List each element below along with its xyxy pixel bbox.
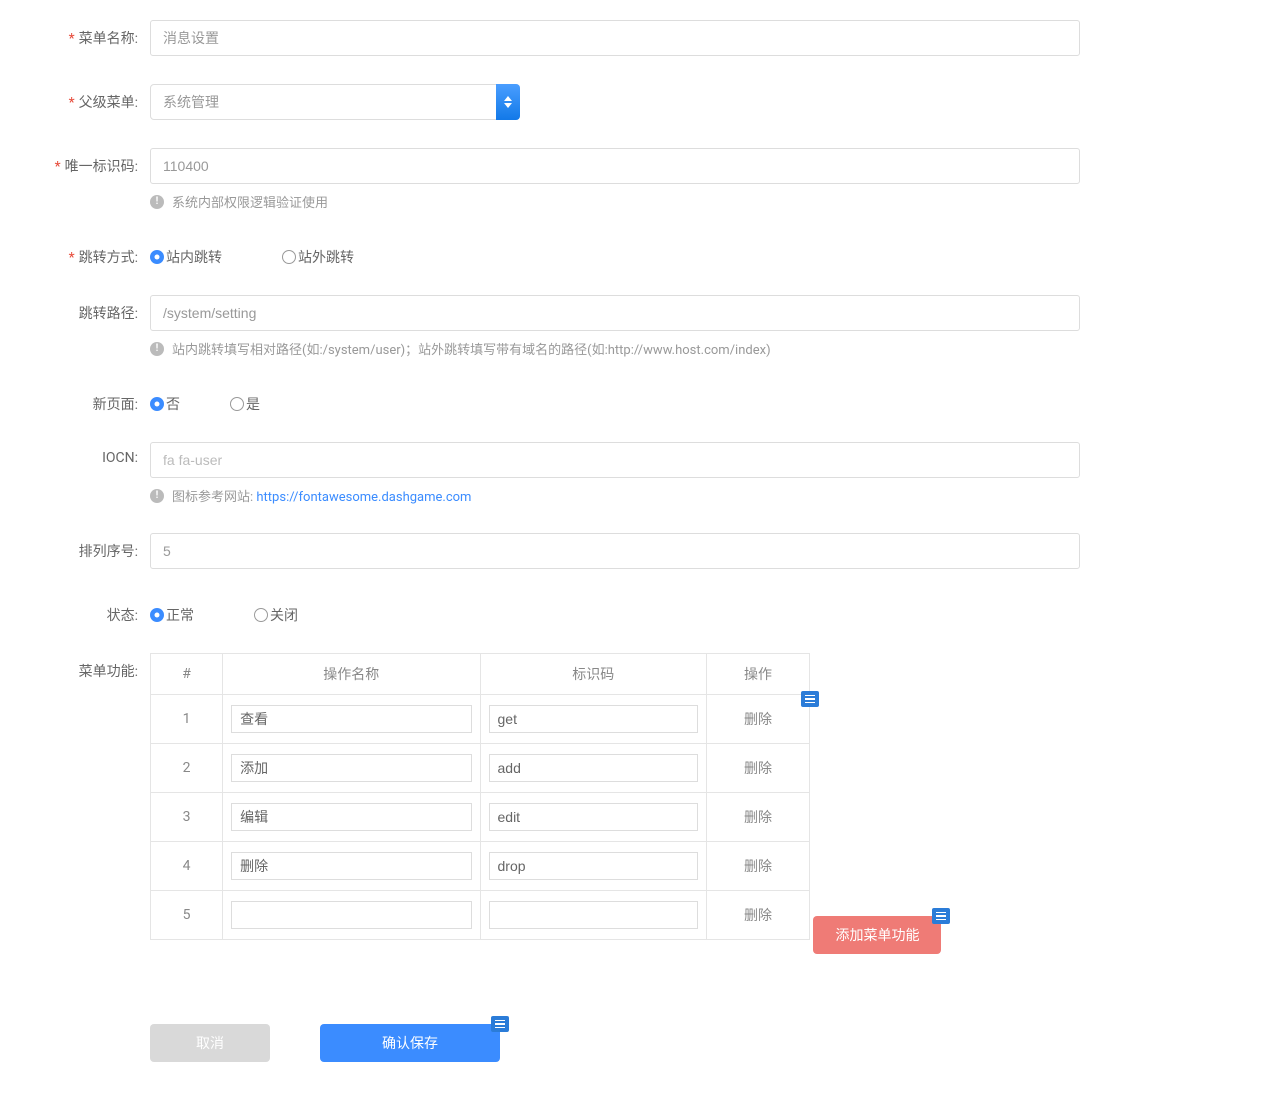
delete-row-link[interactable]: 删除 <box>744 810 772 826</box>
parent-menu-select[interactable]: 系统管理 <box>150 84 520 120</box>
menu-func-label: 菜单功能: <box>40 653 150 681</box>
action-name-input[interactable] <box>231 901 471 929</box>
sort-label: 排列序号: <box>40 533 150 561</box>
icon-label: IOCN: <box>40 442 150 466</box>
radio-icon <box>150 250 164 264</box>
radio-icon <box>150 397 164 411</box>
jump-path-hint: ! 站内跳转填写相对路径(如:/system/user)；站外跳转填写带有域名的… <box>150 339 1080 358</box>
new-page-yes-radio[interactable]: 是 <box>230 394 260 414</box>
jump-mode-internal-radio[interactable]: 站内跳转 <box>150 247 222 267</box>
jump-path-label: 跳转路径: <box>40 295 150 323</box>
table-row: 1 删除 <box>151 695 810 744</box>
row-index: 1 <box>151 695 223 744</box>
info-icon: ! <box>150 342 164 356</box>
icon-input[interactable] <box>150 442 1080 478</box>
select-arrow-icon[interactable] <box>496 84 520 120</box>
menu-name-label: *菜单名称: <box>40 20 150 48</box>
icon-reference-link[interactable]: https://fontawesome.dashgame.com <box>256 490 471 505</box>
table-row: 3 删除 <box>151 793 810 842</box>
add-menu-func-button[interactable]: 添加菜单功能 <box>813 916 941 954</box>
unique-code-label: *唯一标识码: <box>40 148 150 176</box>
jump-mode-label: *跳转方式: <box>40 239 150 267</box>
table-row: 2 删除 <box>151 744 810 793</box>
row-index: 4 <box>151 842 223 891</box>
radio-icon <box>230 397 244 411</box>
status-closed-radio[interactable]: 关闭 <box>254 605 298 625</box>
radio-icon <box>150 608 164 622</box>
jump-mode-external-radio[interactable]: 站外跳转 <box>282 247 354 267</box>
row-index: 2 <box>151 744 223 793</box>
menu-name-input[interactable] <box>150 20 1080 56</box>
th-name: 操作名称 <box>223 654 480 695</box>
parent-menu-label: *父级菜单: <box>40 84 150 112</box>
action-code-input[interactable] <box>489 754 699 782</box>
jump-path-input[interactable] <box>150 295 1080 331</box>
status-label: 状态: <box>40 597 150 625</box>
action-name-input[interactable] <box>231 803 471 831</box>
table-row: 4 删除 <box>151 842 810 891</box>
list-badge-icon[interactable] <box>932 908 950 924</box>
list-badge-icon[interactable] <box>801 691 819 707</box>
info-icon: ! <box>150 195 164 209</box>
cancel-button[interactable]: 取消 <box>150 1024 270 1062</box>
icon-hint: ! 图标参考网站: https://fontawesome.dashgame.c… <box>150 486 1080 505</box>
action-code-input[interactable] <box>489 803 699 831</box>
delete-row-link[interactable]: 删除 <box>744 761 772 777</box>
list-badge-icon[interactable] <box>491 1016 509 1032</box>
new-page-no-radio[interactable]: 否 <box>150 394 180 414</box>
action-code-input[interactable] <box>489 901 699 929</box>
menu-func-table: # 操作名称 标识码 操作 1 删除 2 删除 3 删除 4 删除 5 删除 <box>150 653 810 940</box>
sort-input[interactable] <box>150 533 1080 569</box>
radio-icon <box>254 608 268 622</box>
delete-row-link[interactable]: 删除 <box>744 859 772 875</box>
info-icon: ! <box>150 489 164 503</box>
row-index: 3 <box>151 793 223 842</box>
th-index: # <box>151 654 223 695</box>
save-button[interactable]: 确认保存 <box>320 1024 500 1062</box>
delete-row-link[interactable]: 删除 <box>744 712 772 728</box>
status-normal-radio[interactable]: 正常 <box>150 605 194 625</box>
action-code-input[interactable] <box>489 852 699 880</box>
radio-icon <box>282 250 296 264</box>
th-action: 操作 <box>707 654 810 695</box>
action-name-input[interactable] <box>231 754 471 782</box>
unique-code-input[interactable] <box>150 148 1080 184</box>
action-name-input[interactable] <box>231 852 471 880</box>
new-page-label: 新页面: <box>40 386 150 414</box>
table-row: 5 删除 <box>151 891 810 940</box>
unique-code-hint: ! 系统内部权限逻辑验证使用 <box>150 192 1080 211</box>
row-index: 5 <box>151 891 223 940</box>
action-name-input[interactable] <box>231 705 471 733</box>
th-code: 标识码 <box>480 654 707 695</box>
action-code-input[interactable] <box>489 705 699 733</box>
delete-row-link[interactable]: 删除 <box>744 908 772 924</box>
